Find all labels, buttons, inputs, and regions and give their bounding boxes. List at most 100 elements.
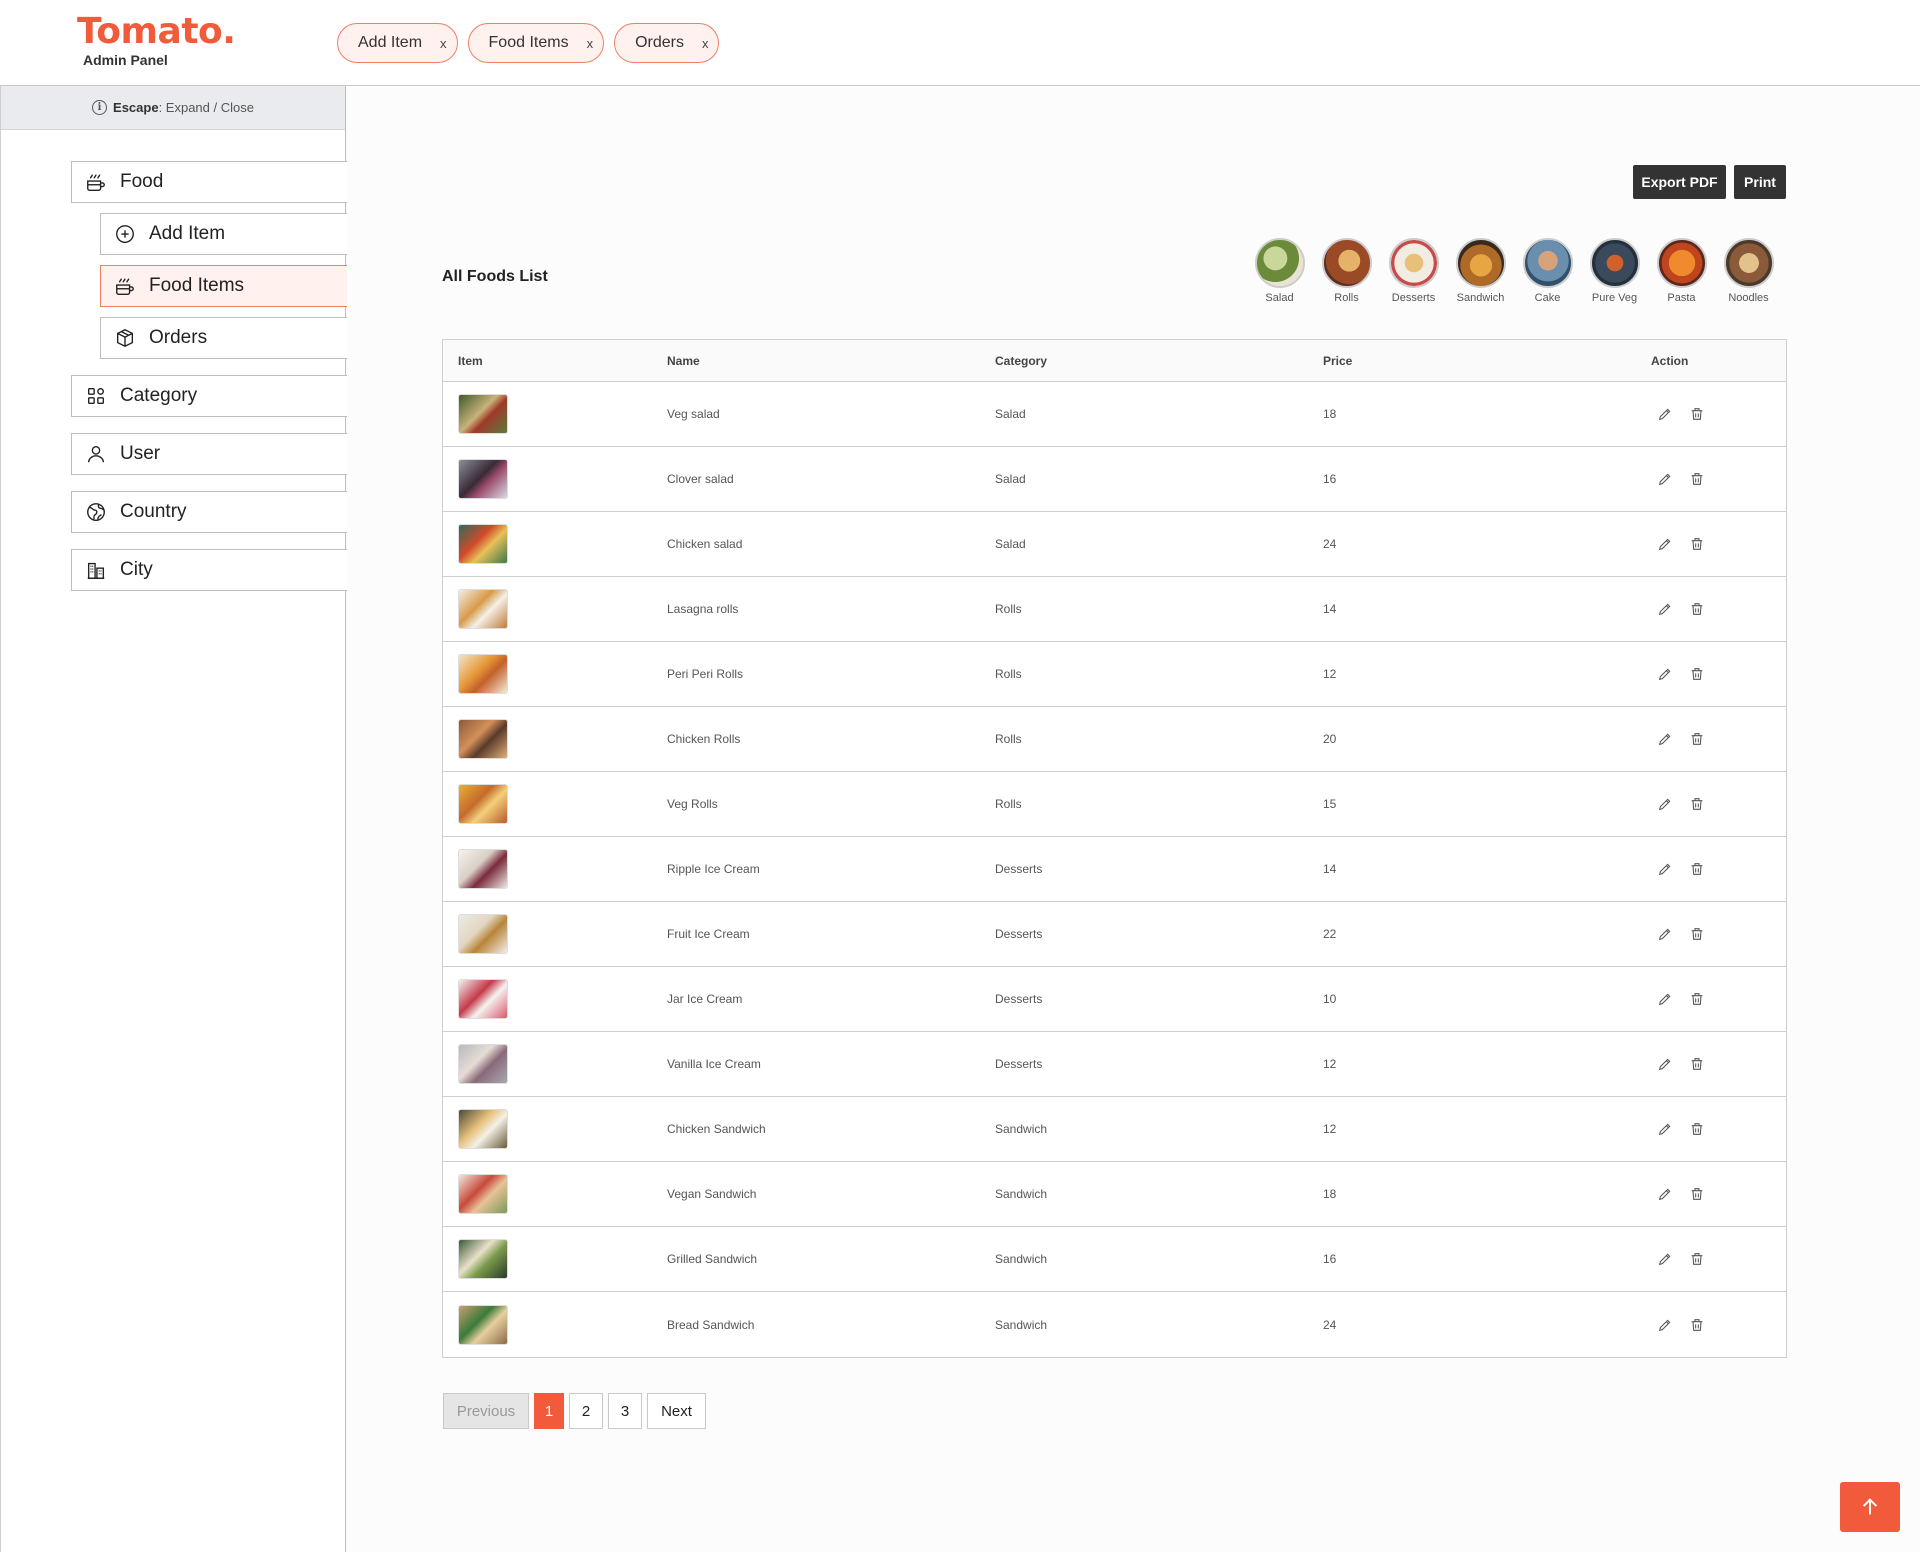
sidebar-item-city[interactable]: City [71,549,347,591]
tab-label: Orders [635,34,684,51]
category-rolls[interactable]: Rolls [1313,238,1380,304]
delete-icon[interactable] [1689,926,1705,942]
page-3-button[interactable]: 3 [608,1393,642,1429]
edit-icon[interactable] [1657,796,1673,812]
food-icon [84,170,108,194]
delete-icon[interactable] [1689,1121,1705,1137]
delete-icon[interactable] [1689,536,1705,552]
edit-icon[interactable] [1657,1121,1673,1137]
delete-icon[interactable] [1689,601,1705,617]
category-desserts[interactable]: Desserts [1380,238,1447,304]
export-pdf-button[interactable]: Export PDF [1633,165,1726,199]
edit-icon[interactable] [1657,601,1673,617]
food-category: Desserts [995,1057,1043,1071]
previous-button[interactable]: Previous [443,1393,529,1429]
category-cake[interactable]: Cake [1514,238,1581,304]
edit-icon[interactable] [1657,1251,1673,1267]
close-icon[interactable]: x [440,36,447,51]
delete-icon[interactable] [1689,1056,1705,1072]
food-price: 20 [1323,732,1337,746]
food-price: 16 [1323,472,1337,486]
next-button[interactable]: Next [647,1393,706,1429]
delete-icon[interactable] [1689,1317,1705,1333]
delete-icon[interactable] [1689,861,1705,877]
action-cell [1651,926,1786,942]
sidebar-item-label: User [120,443,161,464]
food-name: Veg Rolls [667,797,718,811]
edit-icon[interactable] [1657,1186,1673,1202]
brand-logo[interactable]: Tomato. Admin Panel [77,12,236,69]
category-salad[interactable]: Salad [1246,238,1313,304]
close-icon[interactable]: x [702,36,709,51]
print-button[interactable]: Print [1734,165,1786,199]
food-thumbnail [458,719,508,759]
action-cell [1651,666,1786,682]
edit-icon[interactable] [1657,1056,1673,1072]
edit-icon[interactable] [1657,406,1673,422]
table-row: Peri Peri Rolls Rolls 12 [443,642,1786,707]
sidebar-item-country[interactable]: Country [71,491,347,533]
delete-icon[interactable] [1689,1186,1705,1202]
edit-icon[interactable] [1657,536,1673,552]
food-table: Item Name Category Price Action Veg sala… [442,339,1787,1358]
category-noodles[interactable]: Noodles [1715,238,1782,304]
food-category: Sandwich [995,1252,1048,1266]
pagination: Previous 1 2 3 Next [443,1393,706,1429]
delete-icon[interactable] [1689,406,1705,422]
food-category: Sandwich [995,1317,1048,1332]
category-label: Pasta [1667,292,1696,304]
edit-icon[interactable] [1657,731,1673,747]
sidebar-item-user[interactable]: User [71,433,347,475]
edit-icon[interactable] [1657,991,1673,1007]
edit-icon[interactable] [1657,666,1673,682]
sidebar-item-food[interactable]: Food [71,161,347,203]
delete-icon[interactable] [1689,1251,1705,1267]
page-title: All Foods List [442,268,548,285]
sidebar-item-add-item[interactable]: Add Item [100,213,347,255]
delete-icon[interactable] [1689,991,1705,1007]
edit-icon[interactable] [1657,1317,1673,1333]
hint-text: Escape: Expand / Close [113,100,254,115]
sidebar-item-category[interactable]: Category [71,375,347,417]
delete-icon[interactable] [1689,471,1705,487]
edit-icon[interactable] [1657,471,1673,487]
edit-icon[interactable] [1657,861,1673,877]
food-category: Rolls [995,797,1022,811]
delete-icon[interactable] [1689,731,1705,747]
table-row: Vanilla Ice Cream Desserts 12 [443,1032,1786,1097]
sidebar-hint[interactable]: i Escape: Expand / Close [1,86,345,130]
page-2-button[interactable]: 2 [569,1393,603,1429]
food-thumbnail [458,459,508,499]
tab-food-items[interactable]: Food Items x [467,23,605,63]
sidebar-item-orders[interactable]: Orders [100,317,347,359]
food-price: 18 [1323,1187,1337,1201]
scroll-to-top-button[interactable] [1840,1482,1900,1532]
sidebar-item-food-items[interactable]: Food Items [100,265,347,307]
page-1-button[interactable]: 1 [534,1393,564,1429]
food-name: Lasagna rolls [667,602,739,616]
tab-orders[interactable]: Orders x [614,23,720,63]
sidebar-item-label: Food [120,171,164,192]
category-filter: Salad Rolls Desserts Sandwich Cake Pure … [1246,238,1782,304]
food-category: Desserts [995,862,1043,876]
food-name: Veg salad [667,407,720,421]
category-pure-veg[interactable]: Pure Veg [1581,238,1648,304]
edit-icon[interactable] [1657,926,1673,942]
category-sandwich[interactable]: Sandwich [1447,238,1514,304]
table-row: Ripple Ice Cream Desserts 14 [443,837,1786,902]
food-category: Rolls [995,667,1022,681]
close-icon[interactable]: x [587,36,594,51]
food-category: Desserts [995,992,1043,1006]
food-price: 16 [1323,1252,1337,1266]
food-name: Fruit Ice Cream [667,927,750,941]
delete-icon[interactable] [1689,666,1705,682]
food-thumbnail [458,394,508,434]
food-thumbnail [458,1109,508,1149]
delete-icon[interactable] [1689,796,1705,812]
category-pasta[interactable]: Pasta [1648,238,1715,304]
table-row: Veg salad Salad 18 [443,382,1786,447]
tab-add-item[interactable]: Add Item x [337,23,458,63]
food-category: Salad [995,407,1026,421]
food-category: Sandwich [995,1122,1048,1136]
box-icon [113,326,137,350]
